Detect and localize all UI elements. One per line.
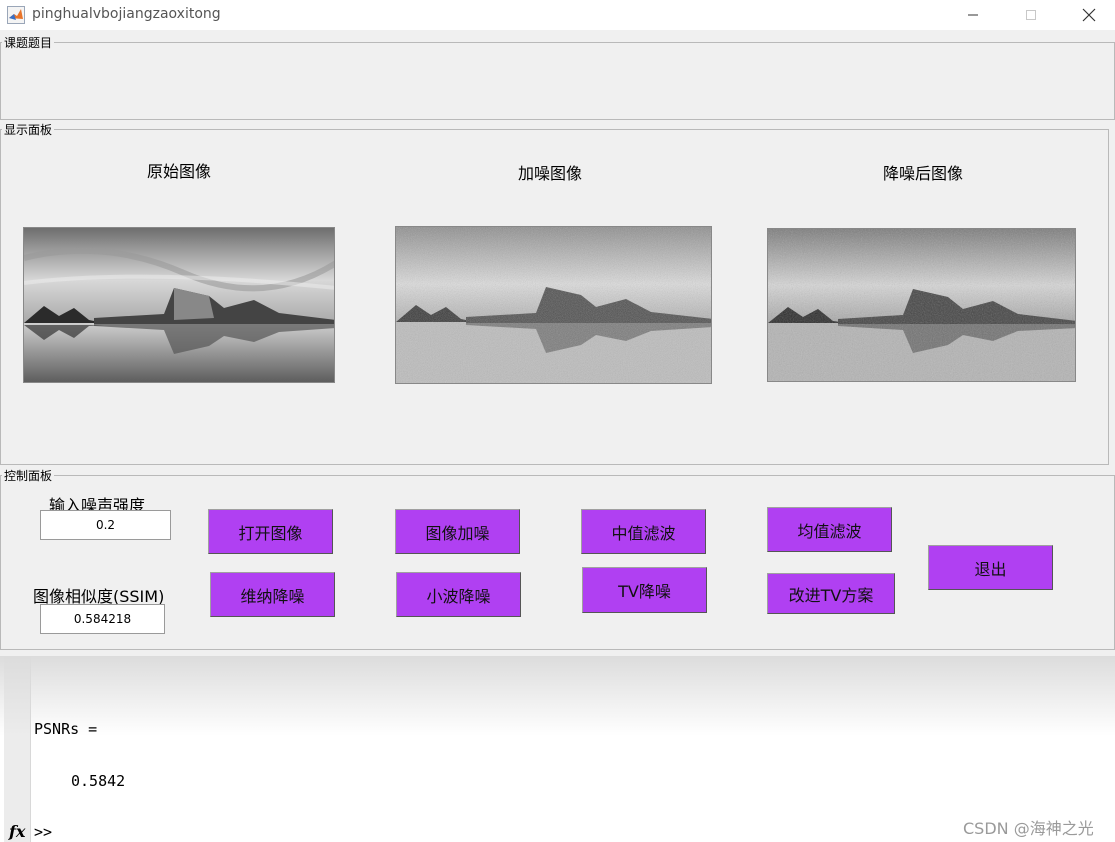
maximize-icon: [1026, 10, 1036, 20]
wavelet-denoise-button[interactable]: 小波降噪: [396, 572, 521, 617]
close-button[interactable]: [1066, 0, 1112, 30]
ssim-value-field: 0.584218: [40, 604, 165, 634]
topic-panel: [0, 42, 1115, 120]
add-noise-button[interactable]: 图像加噪: [395, 509, 520, 554]
matlab-icon: [7, 6, 25, 24]
original-image: [23, 227, 335, 383]
mean-filter-button[interactable]: 均值滤波: [767, 507, 892, 552]
topic-panel-label: 课题题目: [2, 36, 55, 50]
display-panel-label: 显示面板: [2, 123, 55, 137]
csdn-watermark: CSDN @海神之光: [963, 819, 1094, 838]
exit-button[interactable]: 退出: [928, 545, 1053, 590]
maximize-button[interactable]: [1008, 0, 1054, 30]
window-shadow: [0, 656, 1115, 736]
denoised-image: [767, 228, 1076, 382]
median-filter-button[interactable]: 中值滤波: [581, 509, 706, 554]
minimize-icon: [968, 14, 978, 16]
original-image-title: 原始图像: [147, 162, 212, 181]
open-image-button[interactable]: 打开图像: [208, 509, 333, 554]
control-panel-label: 控制面板: [2, 469, 55, 483]
wiener-denoise-button[interactable]: 维纳降噪: [210, 572, 335, 617]
noisy-image: [395, 226, 712, 384]
noise-strength-input[interactable]: 0.2: [40, 510, 171, 540]
function-browser-icon[interactable]: fx: [9, 822, 25, 841]
improved-tv-button[interactable]: 改进TV方案: [767, 573, 895, 614]
noisy-image-title: 加噪图像: [518, 164, 583, 183]
console-output-value: 0.5842: [71, 772, 126, 790]
command-prompt[interactable]: >>: [34, 823, 52, 841]
close-icon: [1082, 8, 1096, 22]
minimize-button[interactable]: [950, 0, 996, 30]
window-title: pinghualvbojiangzaoxitong: [32, 6, 221, 22]
denoised-image-title: 降噪后图像: [883, 164, 964, 183]
tv-denoise-button[interactable]: TV降噪: [582, 567, 707, 613]
console-output-line: PSNRs =: [34, 720, 98, 738]
